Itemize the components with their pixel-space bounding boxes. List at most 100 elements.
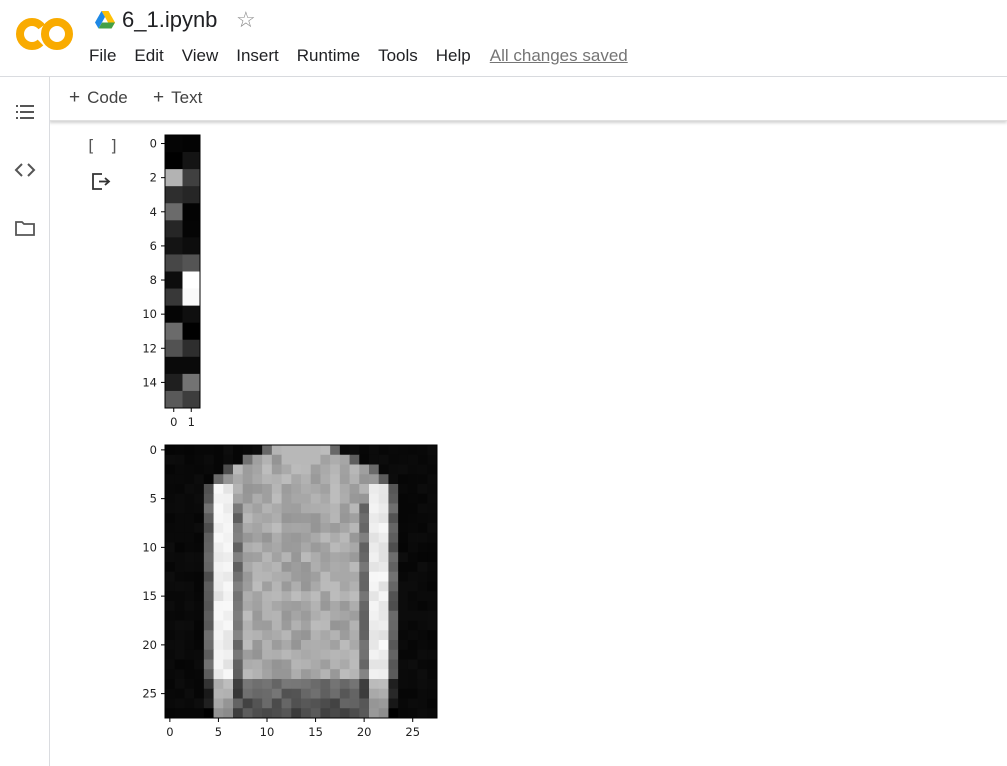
image-pixel bbox=[242, 474, 253, 485]
image-pixel bbox=[349, 493, 360, 504]
heatmap-cell bbox=[165, 322, 183, 341]
image-pixel bbox=[271, 581, 282, 592]
image-pixel bbox=[407, 513, 418, 524]
image-pixel bbox=[359, 503, 370, 514]
add-code-button[interactable]: + Code bbox=[69, 87, 128, 109]
image-pixel bbox=[398, 523, 409, 534]
image-pixel bbox=[174, 679, 185, 690]
image-pixel bbox=[339, 523, 350, 534]
image-pixel bbox=[388, 523, 399, 534]
image-pixel bbox=[233, 679, 244, 690]
image-pixel bbox=[194, 503, 205, 514]
image-pixel bbox=[213, 571, 224, 582]
image-pixel bbox=[369, 698, 380, 709]
image-pixel bbox=[194, 474, 205, 485]
image-pixel bbox=[378, 542, 389, 553]
image-pixel bbox=[398, 630, 409, 641]
image-pixel bbox=[281, 513, 292, 524]
image-pixel bbox=[388, 562, 399, 573]
image-pixel bbox=[378, 620, 389, 631]
image-pixel bbox=[233, 659, 244, 670]
image-pixel bbox=[262, 493, 273, 504]
image-pixel bbox=[369, 513, 380, 524]
image-pixel bbox=[165, 698, 176, 709]
image-pixel bbox=[349, 484, 360, 495]
drive-icon[interactable] bbox=[95, 11, 115, 29]
image-pixel bbox=[398, 493, 409, 504]
image-pixel bbox=[262, 562, 273, 573]
image-pixel bbox=[349, 532, 360, 543]
image-pixel bbox=[330, 620, 341, 631]
image-pixel bbox=[310, 659, 321, 670]
notebook-title[interactable]: 6_1.ipynb bbox=[122, 7, 217, 33]
image-pixel bbox=[301, 610, 312, 621]
image-pixel bbox=[407, 659, 418, 670]
image-pixel bbox=[417, 679, 428, 690]
table-of-contents-icon[interactable] bbox=[14, 101, 36, 123]
menu-file[interactable]: File bbox=[80, 46, 125, 66]
image-pixel bbox=[291, 688, 302, 699]
plus-icon: + bbox=[69, 87, 81, 108]
image-pixel bbox=[281, 493, 292, 504]
add-text-button[interactable]: + Text bbox=[153, 87, 202, 109]
image-pixel bbox=[378, 493, 389, 504]
image-pixel bbox=[359, 659, 370, 670]
image-pixel bbox=[417, 562, 428, 573]
image-pixel bbox=[369, 493, 380, 504]
menu-insert[interactable]: Insert bbox=[227, 46, 288, 66]
image-pixel bbox=[242, 484, 253, 495]
image-pixel bbox=[194, 542, 205, 553]
image-pixel bbox=[184, 542, 195, 553]
image-pixel bbox=[291, 630, 302, 641]
image-pixel bbox=[407, 474, 418, 485]
image-pixel bbox=[291, 542, 302, 553]
image-pixel bbox=[252, 445, 263, 456]
image-pixel bbox=[359, 630, 370, 641]
menu-edit[interactable]: Edit bbox=[125, 46, 172, 66]
save-status-link[interactable]: All changes saved bbox=[490, 46, 628, 66]
menu-runtime[interactable]: Runtime bbox=[288, 46, 369, 66]
image-pixel bbox=[398, 620, 409, 631]
image-pixel bbox=[194, 679, 205, 690]
image-pixel bbox=[271, 688, 282, 699]
code-snippets-icon[interactable] bbox=[14, 159, 36, 181]
image-pixel bbox=[330, 610, 341, 621]
plus-icon: + bbox=[153, 87, 165, 108]
run-cell-button[interactable]: [ ] bbox=[86, 136, 121, 155]
image-pixel bbox=[310, 474, 321, 485]
heatmap-cell bbox=[165, 237, 183, 255]
colab-logo[interactable] bbox=[14, 14, 76, 54]
image-pixel bbox=[213, 679, 224, 690]
image-pixel bbox=[252, 669, 263, 680]
image-pixel bbox=[359, 679, 370, 690]
heatmap-cell bbox=[165, 339, 183, 358]
image-pixel bbox=[388, 649, 399, 660]
image-pixel bbox=[233, 523, 244, 534]
image-pixel bbox=[203, 649, 214, 660]
image-pixel bbox=[407, 620, 418, 631]
image-pixel bbox=[271, 445, 282, 456]
files-icon[interactable] bbox=[14, 217, 36, 239]
image-pixel bbox=[194, 581, 205, 592]
menu-tools[interactable]: Tools bbox=[369, 46, 427, 66]
menu-help[interactable]: Help bbox=[427, 46, 480, 66]
image-pixel bbox=[174, 669, 185, 680]
image-pixel bbox=[184, 571, 195, 582]
menu-view[interactable]: View bbox=[173, 46, 228, 66]
image-pixel bbox=[378, 630, 389, 641]
image-pixel bbox=[417, 445, 428, 456]
image-pixel bbox=[388, 464, 399, 475]
image-pixel bbox=[330, 484, 341, 495]
star-icon[interactable]: ☆ bbox=[236, 6, 256, 34]
image-pixel bbox=[398, 698, 409, 709]
image-pixel bbox=[349, 610, 360, 621]
image-pixel bbox=[203, 503, 214, 514]
image-pixel bbox=[417, 640, 428, 651]
output-redirect-icon[interactable] bbox=[91, 171, 113, 191]
image-pixel bbox=[339, 601, 350, 612]
image-pixel bbox=[165, 562, 176, 573]
image-pixel bbox=[398, 532, 409, 543]
image-pixel bbox=[233, 552, 244, 563]
image-pixel bbox=[369, 445, 380, 456]
image-pixel bbox=[233, 513, 244, 524]
